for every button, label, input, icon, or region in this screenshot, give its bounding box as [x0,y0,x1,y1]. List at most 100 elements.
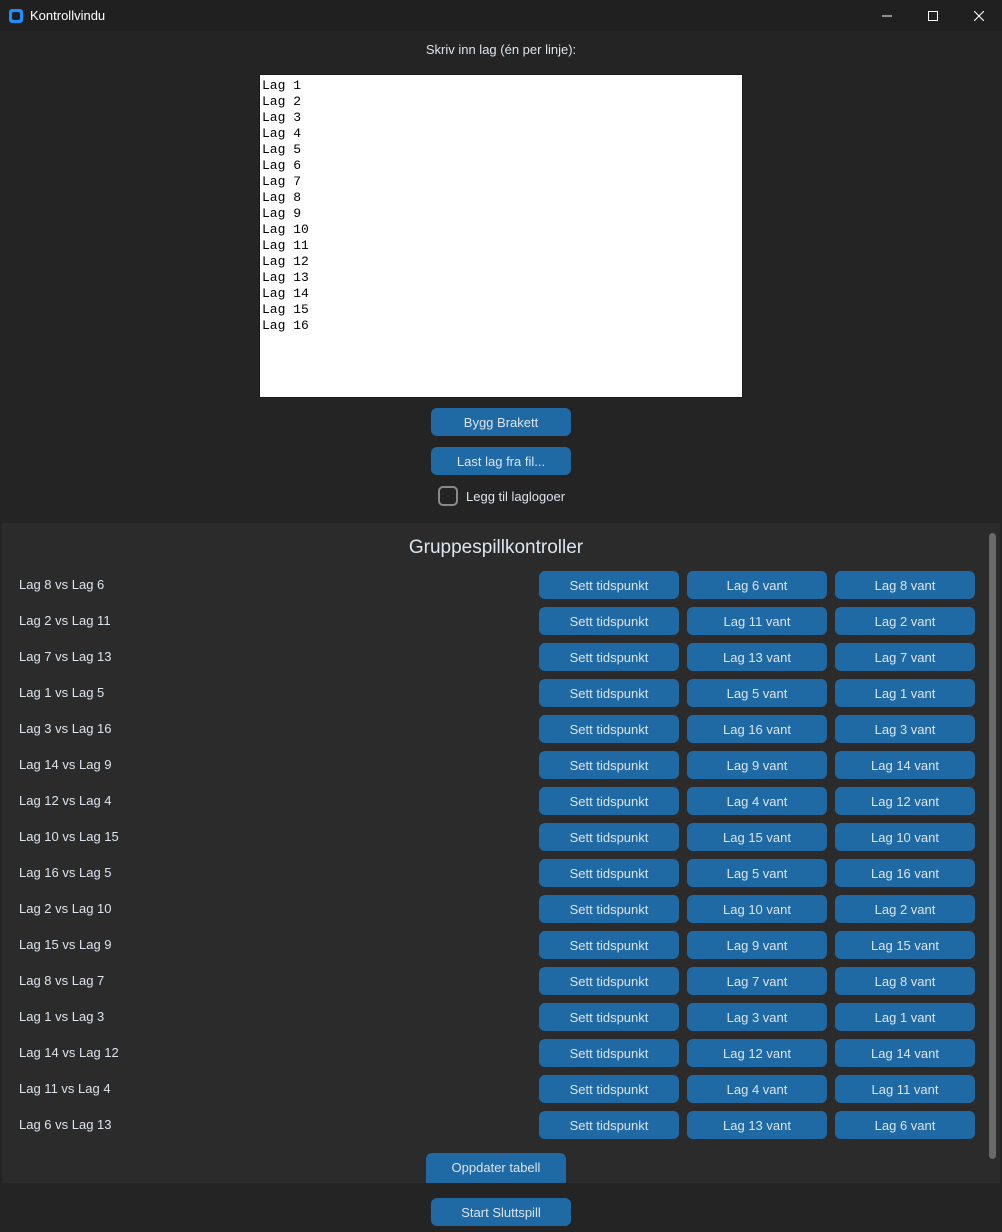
set-time-button[interactable]: Sett tidspunkt [539,967,679,995]
winner-a-button[interactable]: Lag 5 vant [687,679,827,707]
match-label: Lag 3 vs Lag 16 [19,721,112,736]
winner-b-button[interactable]: Lag 6 vant [835,1111,975,1139]
match-row: Lag 16 vs Lag 5 Sett tidspunkt Lag 5 vant L… [2,859,992,887]
set-time-button[interactable]: Sett tidspunkt [539,1003,679,1031]
match-row: Lag 10 vs Lag 15 Sett tidspunkt Lag 15 van… [2,823,992,851]
set-time-button[interactable]: Sett tidspunkt [539,571,679,599]
team-input-panel: Skriv inn lag (én per linje): Lag 1 Lag … [0,31,1002,522]
winner-b-button[interactable]: Lag 10 vant [835,823,975,851]
match-label: Lag 2 vs Lag 11 [19,613,111,628]
window-title: Kontrollvindu [30,8,106,23]
winner-a-button[interactable]: Lag 11 vant [687,607,827,635]
match-label: Lag 10 vs Lag 15 [19,829,119,844]
match-label: Lag 8 vs Lag 7 [19,973,105,988]
winner-b-button[interactable]: Lag 1 vant [835,679,975,707]
minimize-icon[interactable] [864,0,910,31]
start-playoffs-button[interactable]: Start Sluttspill [431,1198,571,1226]
match-row: Lag 1 vs Lag 5 Sett tidspunkt Lag 5 vant La… [2,679,992,707]
match-row: Lag 12 vs Lag 4 Sett tidspunkt Lag 4 vant L… [2,787,992,815]
build-bracket-button[interactable]: Bygg Brakett [431,408,571,436]
team-list-textarea[interactable]: Lag 1 Lag 2 Lag 3 Lag 4 Lag 5 Lag 6 Lag … [259,74,743,398]
match-row: Lag 2 vs Lag 11 Sett tidspunkt Lag 11 vant… [2,607,992,635]
winner-a-button[interactable]: Lag 7 vant [687,967,827,995]
add-logos-checkbox-row[interactable]: Legg til laglogoer [438,484,565,508]
match-row: Lag 3 vs Lag 16 Sett tidspunkt Lag 16 vant… [2,715,992,743]
set-time-button[interactable]: Sett tidspunkt [539,1111,679,1139]
winner-a-button[interactable]: Lag 3 vant [687,1003,827,1031]
close-icon[interactable] [956,0,1002,31]
winner-a-button[interactable]: Lag 5 vant [687,859,827,887]
group-stage-panel: Gruppespillkontroller Lag 8 vs Lag 6 Sett… [2,523,1000,1183]
add-logos-label: Legg til laglogoer [466,488,566,504]
winner-a-button[interactable]: Lag 6 vant [687,571,827,599]
title-bar: Kontrollvindu [0,0,1002,31]
winner-a-button[interactable]: Lag 13 vant [687,643,827,671]
set-time-button[interactable]: Sett tidspunkt [539,931,679,959]
set-time-button[interactable]: Sett tidspunkt [539,607,679,635]
winner-a-button[interactable]: Lag 4 vant [687,787,827,815]
winner-b-button[interactable]: Lag 7 vant [835,643,975,671]
winner-b-button[interactable]: Lag 11 vant [835,1075,975,1103]
match-label: Lag 11 vs Lag 4 [19,1081,111,1096]
winner-a-button[interactable]: Lag 12 vant [687,1039,827,1067]
match-label: Lag 2 vs Lag 10 [19,901,112,916]
match-label: Lag 6 vs Lag 13 [19,1117,112,1132]
set-time-button[interactable]: Sett tidspunkt [539,1075,679,1103]
set-time-button[interactable]: Sett tidspunkt [539,643,679,671]
winner-a-button[interactable]: Lag 10 vant [687,895,827,923]
winner-b-button[interactable]: Lag 12 vant [835,787,975,815]
winner-a-button[interactable]: Lag 16 vant [687,715,827,743]
match-label: Lag 15 vs Lag 9 [19,937,112,952]
winner-a-button[interactable]: Lag 4 vant [687,1075,827,1103]
match-label: Lag 16 vs Lag 5 [19,865,112,880]
match-row: Lag 6 vs Lag 13 Sett tidspunkt Lag 13 vant… [2,1111,992,1139]
match-label: Lag 1 vs Lag 3 [19,1009,105,1024]
match-row: Lag 14 vs Lag 12 Sett tidspunkt Lag 12 van… [2,1039,992,1067]
group-stage-title: Gruppespillkontroller [408,537,584,558]
winner-a-button[interactable]: Lag 15 vant [687,823,827,851]
set-time-button[interactable]: Sett tidspunkt [539,751,679,779]
load-teams-button[interactable]: Last lag fra fil... [431,447,571,475]
update-table-button[interactable]: Oppdater tabell [426,1153,566,1183]
match-row: Lag 7 vs Lag 13 Sett tidspunkt Lag 13 vant… [2,643,992,671]
winner-b-button[interactable]: Lag 8 vant [835,571,975,599]
match-row: Lag 1 vs Lag 3 Sett tidspunkt Lag 3 vant La… [2,1003,992,1031]
winner-b-button[interactable]: Lag 8 vant [835,967,975,995]
match-label: Lag 14 vs Lag 12 [19,1045,119,1060]
scrollbar-thumb[interactable] [989,533,996,1159]
set-time-button[interactable]: Sett tidspunkt [539,859,679,887]
match-label: Lag 7 vs Lag 13 [19,649,112,664]
winner-b-button[interactable]: Lag 15 vant [835,931,975,959]
set-time-button[interactable]: Sett tidspunkt [539,823,679,851]
app-icon [9,8,23,23]
match-row: Lag 2 vs Lag 10 Sett tidspunkt Lag 10 vant… [2,895,992,923]
match-row: Lag 15 vs Lag 9 Sett tidspunkt Lag 9 vant L… [2,931,992,959]
set-time-button[interactable]: Sett tidspunkt [539,679,679,707]
winner-b-button[interactable]: Lag 2 vant [835,895,975,923]
winner-a-button[interactable]: Lag 9 vant [687,931,827,959]
winner-b-button[interactable]: Lag 16 vant [835,859,975,887]
winner-b-button[interactable]: Lag 14 vant [835,751,975,779]
bottom-panel: Start Sluttspill [0,1183,1002,1232]
set-time-button[interactable]: Sett tidspunkt [539,787,679,815]
winner-b-button[interactable]: Lag 14 vant [835,1039,975,1067]
winner-b-button[interactable]: Lag 3 vant [835,715,975,743]
winner-b-button[interactable]: Lag 2 vant [835,607,975,635]
set-time-button[interactable]: Sett tidspunkt [539,1039,679,1067]
match-label: Lag 14 vs Lag 9 [19,757,112,772]
match-label: Lag 8 vs Lag 6 [19,577,105,592]
match-row: Lag 11 vs Lag 4 Sett tidspunkt Lag 4 vant L… [2,1075,992,1103]
window-controls [864,0,1002,31]
scrollbar[interactable] [988,531,998,1161]
set-time-button[interactable]: Sett tidspunkt [539,715,679,743]
add-logos-checkbox[interactable] [438,486,458,506]
winner-b-button[interactable]: Lag 1 vant [835,1003,975,1031]
match-row: Lag 8 vs Lag 6 Sett tidspunkt Lag 6 vant La… [2,571,992,599]
set-time-button[interactable]: Sett tidspunkt [539,895,679,923]
match-label: Lag 12 vs Lag 4 [19,793,112,808]
winner-a-button[interactable]: Lag 13 vant [687,1111,827,1139]
maximize-icon[interactable] [910,0,956,31]
winner-a-button[interactable]: Lag 9 vant [687,751,827,779]
match-row: Lag 14 vs Lag 9 Sett tidspunkt Lag 9 vant L… [2,751,992,779]
match-label: Lag 1 vs Lag 5 [19,685,105,700]
